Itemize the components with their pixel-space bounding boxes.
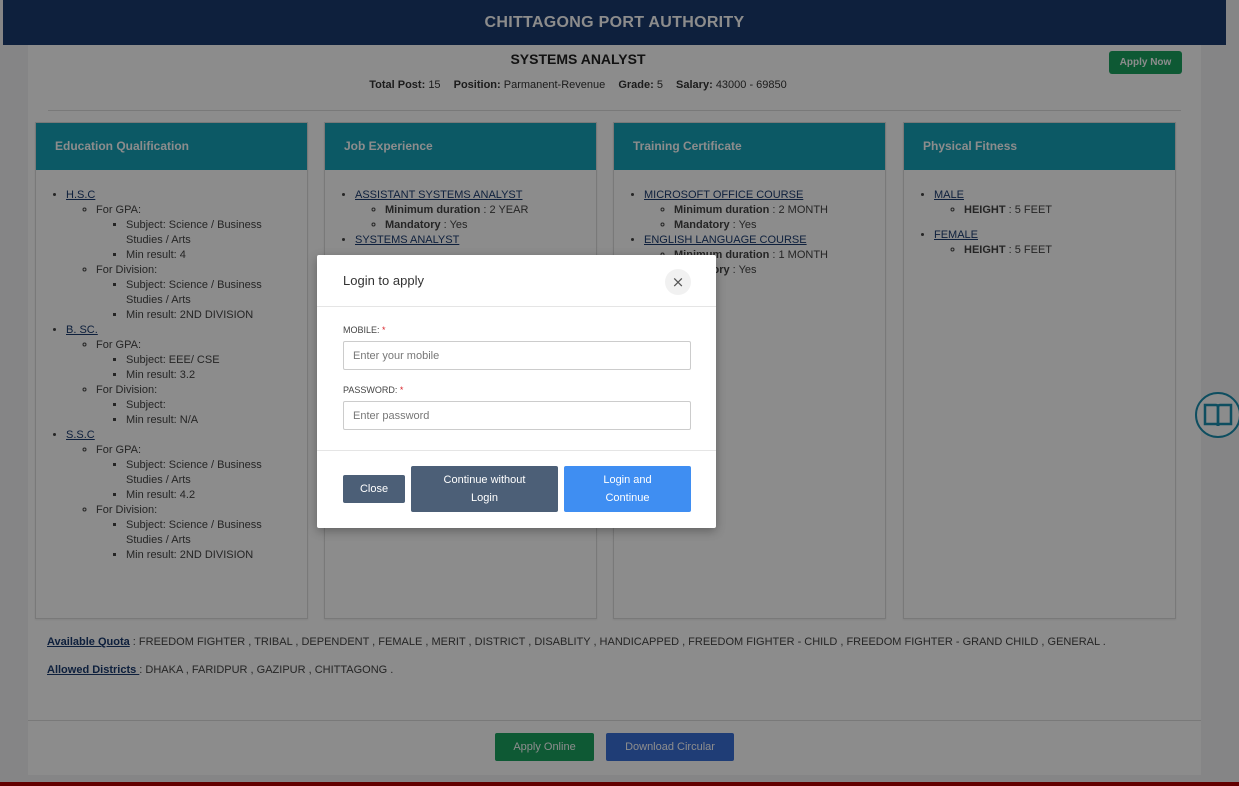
modal-footer: Close Continue without Login Login and C… (317, 451, 716, 527)
continue-without-login-button[interactable]: Continue without Login (411, 466, 558, 512)
close-button[interactable]: Close (343, 475, 405, 503)
required-marker: * (399, 385, 404, 395)
required-marker: * (382, 325, 386, 335)
modal-header: Login to apply × (317, 255, 716, 307)
close-icon[interactable]: × (665, 269, 691, 295)
password-label: PASSWORD: * (343, 385, 691, 395)
mobile-label-text: MOBILE: (343, 325, 380, 335)
modal-title: Login to apply (343, 273, 424, 288)
login-and-continue-button[interactable]: Login and Continue (564, 466, 691, 512)
password-label-text: PASSWORD: (343, 385, 398, 395)
mobile-label: MOBILE: * (343, 325, 691, 335)
password-input[interactable] (343, 401, 691, 430)
login-form: MOBILE: * PASSWORD: * (317, 307, 716, 451)
mobile-input[interactable] (343, 341, 691, 370)
login-modal: Login to apply × MOBILE: * PASSWORD: * C… (317, 255, 716, 528)
